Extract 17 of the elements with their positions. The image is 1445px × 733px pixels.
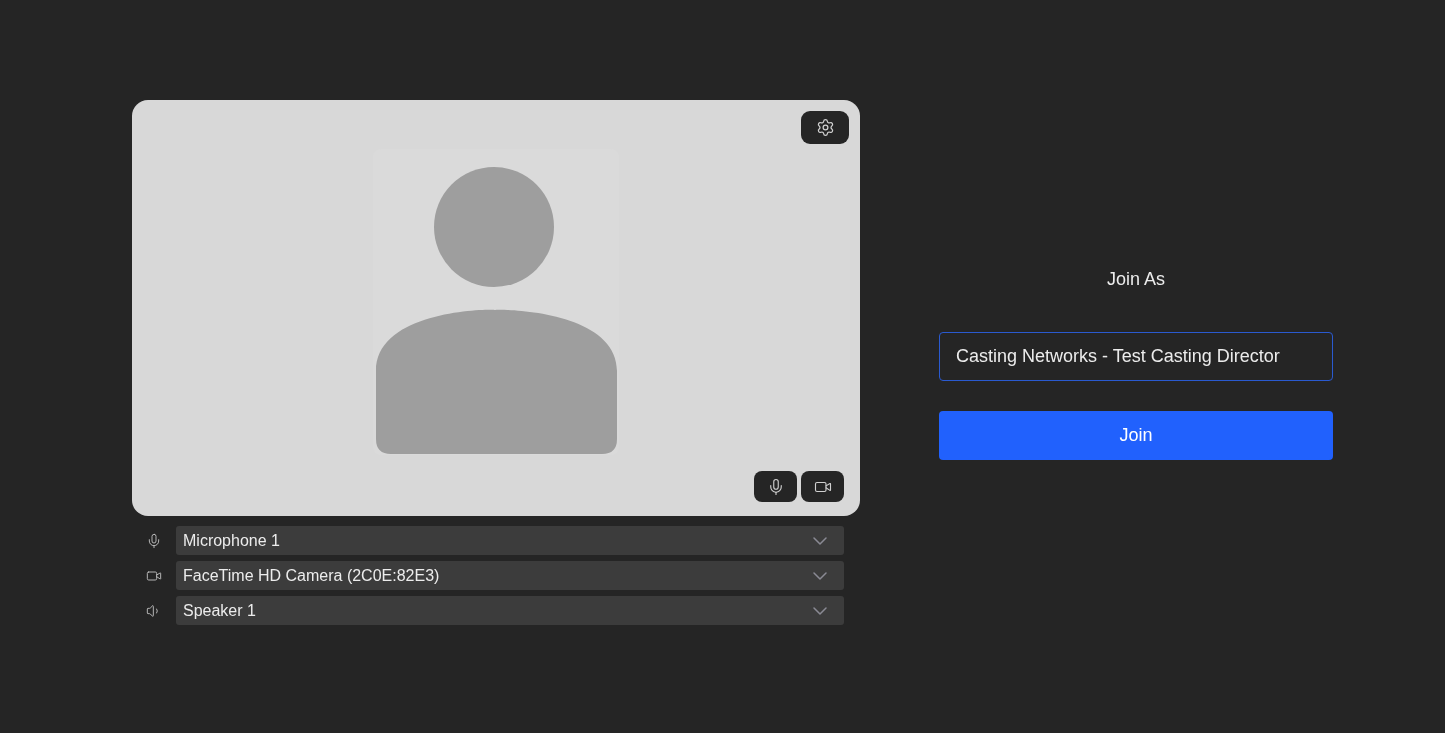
microphone-toggle[interactable] [754,471,797,502]
device-name: Speaker 1 [183,600,256,621]
device-select[interactable]: FaceTime HD Camera (2C0E:82E3) [176,561,844,590]
name-input[interactable]: Casting Networks - Test Casting Director [939,331,1333,381]
settings-button[interactable] [801,111,849,144]
camera-toggle[interactable] [801,471,844,502]
device-select[interactable]: Microphone 1 [176,526,844,555]
device-select[interactable]: Speaker 1 [176,596,844,625]
chevron-down-icon [813,571,827,580]
device-name: FaceTime HD Camera (2C0E:82E3) [183,565,440,586]
device-name: Microphone 1 [183,530,280,551]
join-button[interactable]: Join [939,410,1333,460]
join-heading: Join As [1106,267,1165,291]
microphone-icon [146,532,162,549]
chevron-down-icon [813,606,827,615]
chevron-down-icon [813,536,827,545]
settings-icon [815,118,835,137]
